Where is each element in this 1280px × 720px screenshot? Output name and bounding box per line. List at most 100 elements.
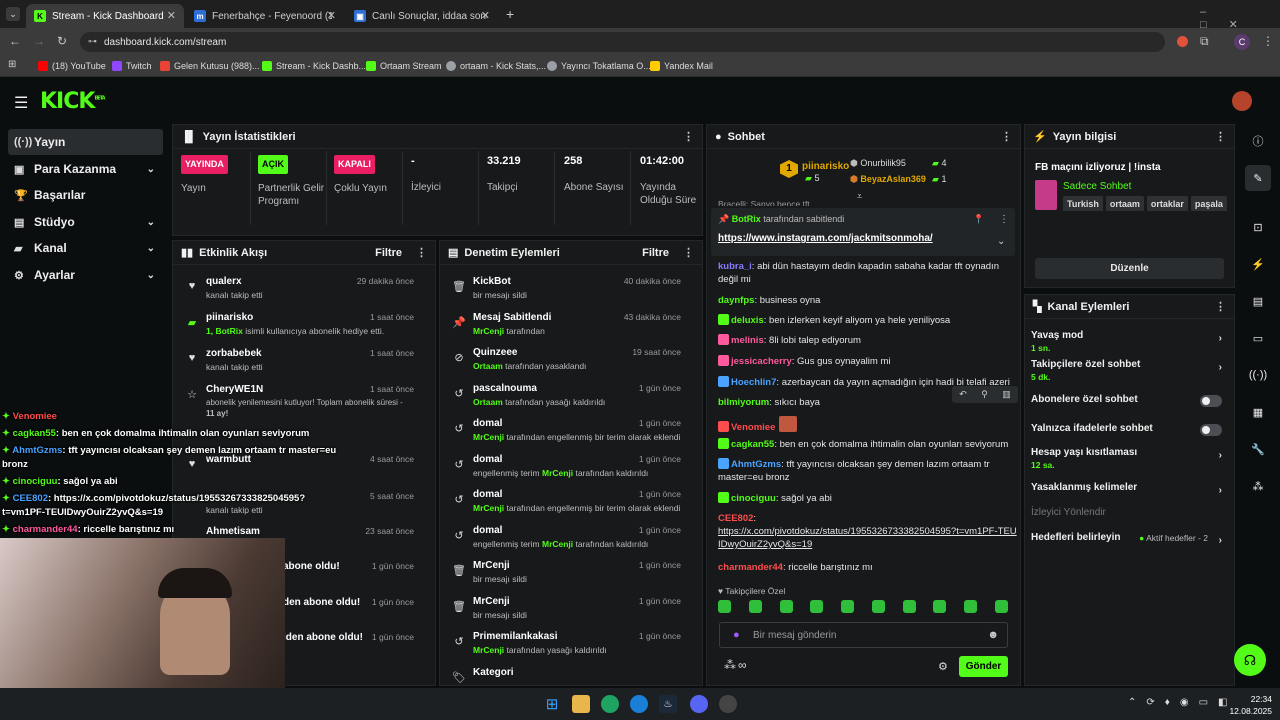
bookmark-youtube[interactable]: (18) YouTube [38, 59, 106, 73]
chat-icon[interactable]: ▭ [1245, 325, 1271, 351]
chrome-icon[interactable] [601, 695, 619, 713]
activity-user[interactable]: Ahmetisam [206, 526, 260, 537]
chat-settings-gear-icon[interactable]: ⚙ [938, 660, 948, 673]
menu-kebab-icon[interactable]: ⋮ [1262, 34, 1274, 48]
pinned-link[interactable]: https://www.instagram.com/jackmitsonmoha… [718, 233, 933, 244]
delete-icon[interactable]: ▥ [1002, 389, 1011, 400]
chat-message[interactable]: kubra_i: abi dün hastayım dedin kapadın … [718, 260, 1018, 286]
bookmark-kick-dashboard[interactable]: Stream - Kick Dashb... [262, 59, 366, 73]
emote-icon[interactable] [779, 600, 793, 613]
extension-icon[interactable] [1177, 36, 1188, 47]
sidebar-item-ayarlar[interactable]: ⚙ Ayarlar ⌄ [8, 262, 163, 288]
file-explorer-icon[interactable] [572, 695, 590, 713]
edit-pencil-icon[interactable]: ✎ [1245, 165, 1271, 191]
reply-icon[interactable]: ↶ [959, 389, 967, 400]
emoji-icon[interactable]: ☻ [987, 629, 999, 641]
discord-icon[interactable] [690, 695, 708, 713]
chat-message[interactable]: AhmtGzms: tft yayıncısı olcaksan şey dem… [718, 458, 1018, 484]
chat-username[interactable]: bilmiyorum [718, 397, 769, 408]
chat-username[interactable]: daynfps [718, 295, 754, 306]
channel-action-row[interactable]: İzleyici Yönlendir [1031, 507, 1226, 518]
chat-message[interactable]: melinis: 8li lobi talep ediyorum [718, 334, 1018, 347]
user-avatar[interactable] [1232, 91, 1252, 111]
stream-category[interactable]: Sadece Sohbet [1063, 181, 1131, 192]
new-tab-button[interactable]: + [506, 6, 514, 22]
more-options-icon[interactable]: ⋮ [683, 130, 694, 143]
bookmark-gmail[interactable]: Gelen Kutusu (988)... [160, 59, 260, 73]
kick-logo[interactable]: KICKBETA [40, 89, 106, 114]
send-button[interactable]: Gönder [959, 656, 1008, 677]
chat-username[interactable]: Hoechlin7 [731, 377, 776, 388]
tag[interactable]: ortaklar [1146, 196, 1188, 211]
document-icon[interactable]: ▤ [1245, 288, 1271, 314]
pin-icon[interactable]: ⚲ [981, 389, 988, 400]
moderation-target[interactable]: Kategori [473, 667, 514, 678]
bookmark-ortaam-stream[interactable]: Ortaam Stream [366, 59, 442, 73]
chat-message[interactable]: CEE802: https://x.com/pivotdokuz/status/… [718, 512, 1018, 551]
activity-user[interactable]: zorbabebek [206, 348, 262, 359]
system-tray-icons[interactable]: ⌃⟳♦◉▭◧ [1128, 697, 1237, 708]
channel-action-row[interactable]: Yasaklanmış kelimeler › [1031, 482, 1226, 496]
emote-icon[interactable] [810, 600, 824, 613]
gift-recipient[interactable]: 1, BotRix [206, 326, 243, 336]
screenshot-icon[interactable]: ⊡ [1245, 214, 1271, 240]
tab-search-button[interactable]: ⌄ [6, 7, 20, 21]
unpin-icon[interactable]: 📍 [973, 214, 984, 225]
chat-tools-icon[interactable]: ⁂ [724, 658, 736, 672]
moderator-name[interactable]: Ortaam [473, 361, 503, 371]
profile-avatar[interactable]: C [1234, 34, 1250, 50]
bookmark-twitch[interactable]: Twitch [112, 59, 152, 73]
site-info-icon[interactable]: ⊶ [88, 36, 97, 47]
emote-icon[interactable] [871, 600, 885, 613]
more-options-icon[interactable]: ⋮ [1215, 130, 1226, 143]
filter-button[interactable]: Filtre [375, 247, 402, 259]
chat-username[interactable]: AhmtGzms [731, 459, 781, 470]
channel-action-row[interactable]: Hedefleri belirleyin › ● Aktif hedefler - … [1031, 532, 1226, 546]
toggle-switch[interactable] [1200, 424, 1222, 436]
chat-username[interactable]: melinis [731, 335, 764, 346]
moderation-target[interactable]: domal [473, 454, 502, 465]
activity-user[interactable]: piinarisko [206, 312, 253, 323]
moderator-name[interactable]: Ortaam [473, 397, 503, 407]
moderation-target[interactable]: Quinzeee [473, 347, 517, 358]
tag[interactable]: Turkish [1063, 196, 1103, 211]
infinity-icon[interactable]: ∞ [738, 658, 747, 672]
tools-icon[interactable]: ⁂ [1245, 473, 1271, 499]
chat-username[interactable]: Venomiee [731, 422, 775, 433]
filter-button[interactable]: Filtre [642, 247, 669, 259]
chevron-down-icon[interactable]: ⌄ [997, 236, 1005, 247]
close-icon[interactable]: ✕ [167, 9, 176, 22]
leader-name[interactable]: BeyazAslan369 [860, 174, 926, 184]
emote-icon[interactable] [718, 600, 731, 613]
moderation-target[interactable]: domal [473, 489, 502, 500]
broadcast-icon[interactable]: ((·)) [1245, 362, 1271, 388]
tab-kick-dashboard[interactable]: K Stream - Kick Dashboard ✕ [26, 4, 184, 28]
chat-username[interactable]: kubra_i [718, 261, 752, 272]
sidebar-item-kanal[interactable]: ▰ Kanal ⌄ [8, 235, 163, 261]
emote-icon[interactable] [933, 600, 947, 613]
chat-message[interactable]: cinociguu: sağol ya abi [718, 492, 1018, 505]
emote-icon[interactable] [994, 600, 1008, 613]
tag[interactable]: paşala [1190, 196, 1227, 211]
more-options-icon[interactable]: ⋮ [416, 246, 427, 259]
url-bar[interactable]: ⊶ dashboard.kick.com/stream [80, 32, 1165, 52]
info-icon[interactable]: ⓘ [1245, 128, 1271, 154]
extensions-puzzle-icon[interactable]: ⧉ [1200, 34, 1209, 49]
activity-user[interactable]: CheryWE1N [206, 384, 263, 395]
edge-icon[interactable] [630, 695, 648, 713]
moderation-target[interactable]: MrCenji [473, 560, 510, 571]
moderation-target[interactable]: pascalnouma [473, 383, 537, 394]
chat-message[interactable]: charmander44: riccelle barıştınız mı [718, 561, 1018, 574]
tab-canli-sonuclar[interactable]: ▣ Canlı Sonuçlar, iddaa sonuçları ✕ [346, 4, 498, 28]
emote-icon[interactable] [902, 600, 916, 613]
pinned-message[interactable]: 📌 BotRix tarafından sabitlendi https://w… [711, 208, 1015, 256]
layout-icon[interactable]: ▦ [1245, 399, 1271, 425]
bookmark-kick-stats[interactable]: ortaam - Kick Stats,... [446, 59, 546, 73]
tab-fenerbahce[interactable]: m Fenerbahçe - Feyenoord (12.08. ✕ [186, 4, 344, 28]
tag[interactable]: ortaam [1105, 196, 1144, 211]
lightning-icon[interactable]: ⚡ [1245, 251, 1271, 277]
channel-action-row[interactable]: Hesap yaşı kısıtlaması 12 sa. › [1031, 447, 1226, 470]
hamburger-menu-icon[interactable]: ☰ [14, 93, 28, 113]
emote-icon[interactable] [841, 600, 855, 613]
collapse-leaderboard-icon[interactable]: ⩡ [857, 191, 862, 202]
